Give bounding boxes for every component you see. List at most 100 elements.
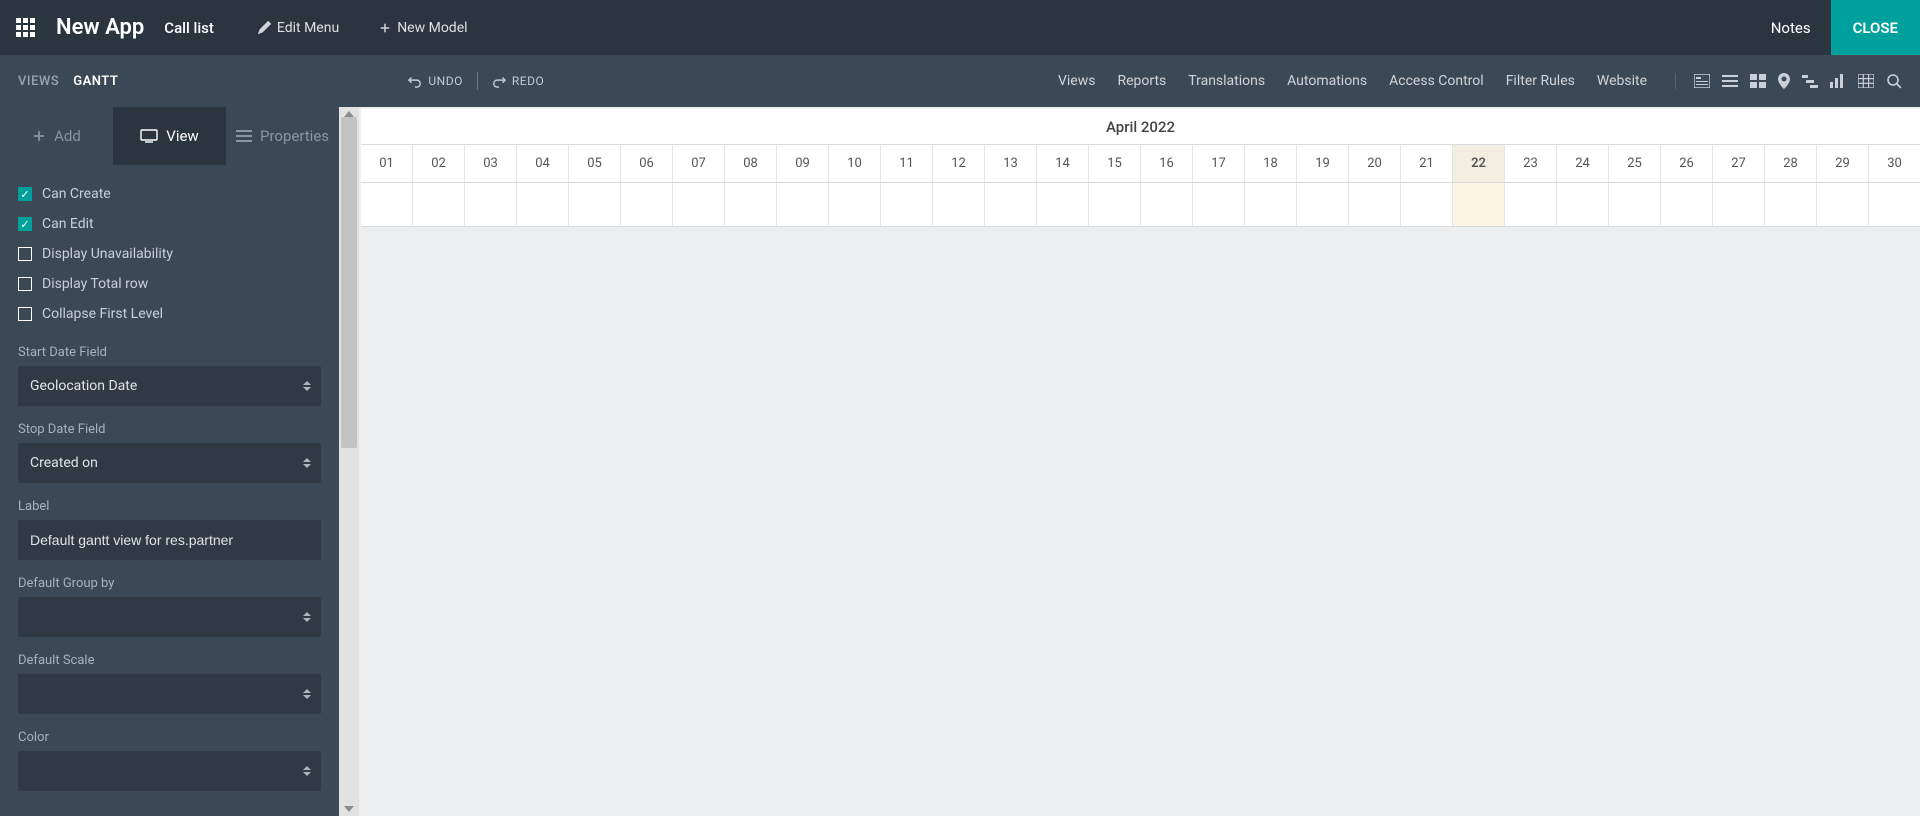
gantt-cell[interactable] [464, 183, 516, 227]
gantt-day[interactable]: 15 [1088, 145, 1140, 182]
form-view-icon[interactable] [1694, 74, 1710, 88]
pivot-view-icon[interactable] [1858, 74, 1874, 88]
nav-call-list[interactable]: Call list [164, 19, 214, 37]
gantt-cell[interactable] [880, 183, 932, 227]
gantt-cell[interactable] [724, 183, 776, 227]
gantt-day[interactable]: 08 [724, 145, 776, 182]
gantt-day[interactable]: 30 [1868, 145, 1920, 182]
color-field-select[interactable] [18, 751, 321, 791]
gantt-day[interactable]: 11 [880, 145, 932, 182]
gantt-cell[interactable] [828, 183, 880, 227]
gantt-day[interactable]: 23 [1504, 145, 1556, 182]
gantt-day[interactable]: 14 [1036, 145, 1088, 182]
gantt-cell[interactable] [1296, 183, 1348, 227]
gantt-cell[interactable] [1816, 183, 1868, 227]
scroll-down-icon[interactable] [344, 806, 354, 812]
edit-menu-button[interactable]: Edit Menu [258, 20, 339, 36]
gantt-cell[interactable] [1192, 183, 1244, 227]
gantt-cell[interactable] [620, 183, 672, 227]
scroll-track[interactable] [339, 117, 359, 806]
apps-icon[interactable] [16, 18, 36, 38]
gantt-cell[interactable] [1608, 183, 1660, 227]
gantt-cell[interactable] [776, 183, 828, 227]
gantt-day[interactable]: 13 [984, 145, 1036, 182]
gantt-cell[interactable] [1764, 183, 1816, 227]
gantt-day[interactable]: 20 [1348, 145, 1400, 182]
gantt-cell[interactable] [361, 183, 412, 227]
undo-button[interactable]: UNDO [408, 74, 462, 88]
option-can-edit[interactable]: Can Edit [18, 209, 321, 239]
gantt-cell[interactable] [1244, 183, 1296, 227]
gantt-cell[interactable] [1348, 183, 1400, 227]
gantt-cell[interactable] [1088, 183, 1140, 227]
label-field-input[interactable] [18, 520, 321, 560]
gantt-cell[interactable] [412, 183, 464, 227]
nav-website[interactable]: Website [1597, 73, 1647, 89]
search-icon[interactable] [1886, 73, 1902, 89]
gantt-day[interactable]: 19 [1296, 145, 1348, 182]
sidebar-scrollbar[interactable] [339, 107, 359, 816]
start-date-field-select[interactable]: Geolocation Date [18, 366, 321, 406]
gantt-cell[interactable] [1504, 183, 1556, 227]
gantt-cell[interactable] [568, 183, 620, 227]
list-view-icon[interactable] [1722, 74, 1738, 88]
gantt-day[interactable]: 21 [1400, 145, 1452, 182]
gantt-cell[interactable] [984, 183, 1036, 227]
gantt-day[interactable]: 28 [1764, 145, 1816, 182]
nav-reports[interactable]: Reports [1117, 73, 1166, 89]
stop-date-field-select[interactable]: Created on [18, 443, 321, 483]
gantt-day[interactable]: 04 [516, 145, 568, 182]
gantt-cell[interactable] [1712, 183, 1764, 227]
gantt-cell[interactable] [672, 183, 724, 227]
nav-automations[interactable]: Automations [1287, 73, 1367, 89]
gantt-cell[interactable] [932, 183, 984, 227]
gantt-day[interactable]: 25 [1608, 145, 1660, 182]
option-collapse-first-level[interactable]: Collapse First Level [18, 299, 321, 329]
tab-add[interactable]: Add [0, 107, 113, 165]
gantt-cell[interactable] [1868, 183, 1920, 227]
tab-properties[interactable]: Properties [226, 107, 339, 165]
gantt-day[interactable]: 17 [1192, 145, 1244, 182]
gantt-cell[interactable] [1036, 183, 1088, 227]
close-button[interactable]: CLOSE [1831, 0, 1920, 55]
gantt-day[interactable]: 02 [412, 145, 464, 182]
nav-access-control[interactable]: Access Control [1389, 73, 1484, 89]
map-view-icon[interactable] [1778, 73, 1790, 89]
nav-views[interactable]: Views [1058, 73, 1096, 89]
gantt-day[interactable]: 29 [1816, 145, 1868, 182]
breadcrumb-views[interactable]: VIEWS [18, 74, 59, 89]
new-model-button[interactable]: New Model [379, 20, 467, 36]
scroll-thumb[interactable] [341, 117, 357, 448]
gantt-cell[interactable] [1140, 183, 1192, 227]
gantt-cell[interactable] [1556, 183, 1608, 227]
gantt-day[interactable]: 07 [672, 145, 724, 182]
gantt-day[interactable]: 10 [828, 145, 880, 182]
option-display-total-row[interactable]: Display Total row [18, 269, 321, 299]
gantt-cell[interactable] [1452, 183, 1504, 227]
kanban-view-icon[interactable] [1750, 74, 1766, 88]
redo-button[interactable]: REDO [492, 74, 544, 88]
gantt-day[interactable]: 24 [1556, 145, 1608, 182]
gantt-day[interactable]: 26 [1660, 145, 1712, 182]
gantt-row[interactable] [361, 183, 1920, 227]
option-can-create[interactable]: Can Create [18, 179, 321, 209]
gantt-day[interactable]: 01 [361, 145, 412, 182]
gantt-cell[interactable] [1660, 183, 1712, 227]
group-by-field-select[interactable] [18, 597, 321, 637]
graph-view-icon[interactable] [1830, 74, 1846, 88]
nav-filter-rules[interactable]: Filter Rules [1506, 73, 1575, 89]
option-display-unavailability[interactable]: Display Unavailability [18, 239, 321, 269]
gantt-day[interactable]: 27 [1712, 145, 1764, 182]
nav-translations[interactable]: Translations [1188, 73, 1265, 89]
notes-button[interactable]: Notes [1771, 19, 1811, 37]
gantt-cell[interactable] [516, 183, 568, 227]
scale-field-select[interactable] [18, 674, 321, 714]
gantt-view-icon[interactable] [1802, 74, 1818, 88]
gantt-cell[interactable] [1400, 183, 1452, 227]
gantt-day[interactable]: 12 [932, 145, 984, 182]
gantt-day[interactable]: 09 [776, 145, 828, 182]
gantt-day[interactable]: 16 [1140, 145, 1192, 182]
gantt-day[interactable]: 03 [464, 145, 516, 182]
gantt-day[interactable]: 06 [620, 145, 672, 182]
gantt-day[interactable]: 18 [1244, 145, 1296, 182]
